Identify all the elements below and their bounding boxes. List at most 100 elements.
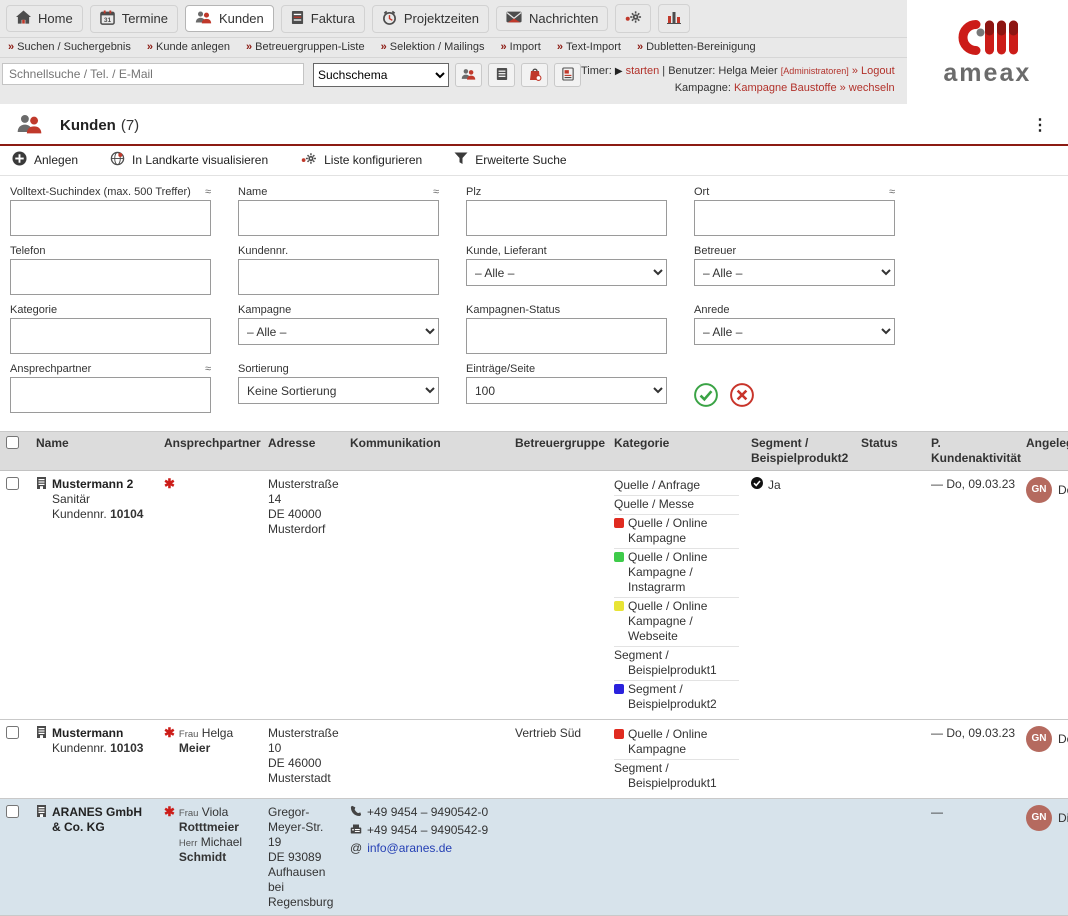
nav-nachrichten[interactable]: Nachrichten [496,6,608,31]
at-icon: @ [350,841,362,856]
nav-statistics[interactable] [658,4,690,33]
quick-document-button[interactable] [488,63,515,87]
user-name: Helga Meier [718,65,777,77]
email-link[interactable]: info@aranes.de [367,841,452,856]
volltext-input[interactable] [10,200,211,236]
user-avatar: GN [1026,726,1052,752]
betreuergruppe-cell [509,799,608,916]
kampagne-switch-link[interactable]: » wechseln [840,82,895,94]
field-kampagnen-status: Kampagnen-Status [466,304,667,354]
subnav-selektion[interactable]: »Selektion / Mailings [381,41,485,53]
nav-termine[interactable]: 31 Termine [90,5,178,33]
kategorie-cell: Quelle / Online Kampagne Segment / Beisp… [608,720,745,799]
subnav-dubletten[interactable]: »Dubletten-Bereinigung [637,41,756,53]
col-adresse: Adresse [262,432,344,471]
gear-dot-icon [624,10,642,27]
logo-panel: ameax [907,0,1068,104]
results-area: Name Ansprechpartner Adresse Kommunikati… [0,425,1068,916]
field-kategorie: Kategorie [10,304,211,354]
subnav-import[interactable]: »Import [501,41,541,53]
sortierung-select[interactable]: Keine Sortierung [238,377,439,404]
nav-faktura[interactable]: Faktura [281,5,365,33]
approx-icon: ≈ [205,186,211,198]
company-name[interactable]: Mustermann [52,726,143,741]
category-color-swatch [614,518,624,528]
category-item: Segment / Beispielprodukt1 [614,647,739,681]
ansprechpartner-input[interactable] [10,377,211,413]
betreuer-select[interactable]: – Alle – [694,259,895,286]
quick-customers-button[interactable] [455,63,482,87]
kommunikation-cell [344,720,509,799]
company-icon [36,477,47,522]
configure-list-button[interactable]: Liste konfigurieren [300,152,422,168]
table-row[interactable]: Mustermann 2 Sanitär Kundennr. 10104 ✱ M… [0,471,1068,720]
gear-dot-icon [300,152,317,168]
search-schema-select[interactable]: Suchschema [313,63,449,87]
subnav-betreuergruppen[interactable]: »Betreuergruppen-Liste [246,41,365,53]
plus-circle-icon [12,151,27,169]
row-checkbox[interactable] [6,805,19,818]
kategorie-input[interactable] [10,318,211,354]
nav-kunden[interactable]: Kunden [185,5,274,32]
timer-start-link[interactable]: starten [626,65,660,77]
ameax-logo-icon [954,19,1020,60]
company-name[interactable]: ARANES GmbH & Co. KG [52,805,152,835]
name-input[interactable] [238,200,439,236]
row-checkbox[interactable] [6,477,19,490]
telefon-input[interactable] [10,259,211,295]
nav-home[interactable]: Home [6,5,83,32]
field-ansprechpartner: Ansprechpartner≈ [10,363,211,413]
reset-button[interactable] [730,383,754,407]
filter-actions [694,363,895,413]
invoice-icon [291,10,304,28]
subnav-kunde-anlegen[interactable]: »Kunde anlegen [147,41,230,53]
field-name: Name≈ [238,186,439,236]
page-title: Kunden [60,117,116,134]
status-cell [855,799,925,916]
approx-icon: ≈ [205,363,211,375]
anrede-select[interactable]: – Alle – [694,318,895,345]
top-header: Home 31 Termine Kunden Faktura Projektze… [0,0,1068,104]
address-cell: Gregor-Meyer-Str. 19 DE 93089 Aufhausen … [262,799,344,916]
row-checkbox[interactable] [6,726,19,739]
logout-link[interactable]: » Logout [852,65,895,77]
kunde-lieferant-select[interactable]: – Alle – [466,259,667,286]
category-item: Quelle / Online Kampagne / Webseite [614,598,739,647]
subnav-suchen[interactable]: »Suchen / Suchergebnis [8,41,131,53]
quick-sales-button[interactable] [521,63,548,87]
ort-input[interactable] [694,200,895,236]
table-row[interactable]: Mustermann Kundennr. 10103 ✱ Frau Helga … [0,720,1068,799]
customers-icon [16,113,43,137]
nav-admin-settings[interactable] [615,4,651,33]
company-name[interactable]: Mustermann 2 [52,477,143,492]
header-left: Home 31 Termine Kunden Faktura Projektze… [0,0,907,104]
create-button[interactable]: Anlegen [12,151,78,169]
select-all-checkbox[interactable] [6,436,19,449]
kundennr-input[interactable] [238,259,439,295]
eintraege-select[interactable]: 100 [466,377,667,404]
nav-projektzeiten[interactable]: Projektzeiten [372,5,489,33]
customers-table: Name Ansprechpartner Adresse Kommunikati… [0,431,1068,916]
kampagne-label: Kampagne: [675,82,731,94]
contact-cell: ✱ Frau Helga Meier [164,726,256,756]
bullet: » [246,41,252,53]
subnav-text-import[interactable]: »Text-Import [557,41,621,53]
category-color-swatch [614,729,624,739]
category-item: Segment / Beispielprodukt2 [614,681,739,714]
envelope-icon [506,11,522,26]
kebab-menu-icon[interactable]: ⋮ [1026,115,1054,135]
search-submit-button[interactable] [694,383,718,407]
quick-search-input[interactable] [2,63,304,85]
plz-input[interactable] [466,200,667,236]
company-icon [36,805,47,835]
advanced-search-button[interactable]: Erweiterte Suche [454,152,566,168]
quick-report-button[interactable] [554,63,581,87]
kampagne-select[interactable]: – Alle – [238,318,439,345]
user-avatar: GN [1026,805,1052,831]
kampagnen-status-input[interactable] [466,318,667,354]
nav-kunden-label: Kunden [219,11,264,26]
table-row[interactable]: ARANES GmbH & Co. KG ✱ Frau Viola Rotttm… [0,799,1068,916]
fax-icon [350,823,362,839]
map-visualize-button[interactable]: In Landkarte visualisieren [110,151,268,169]
contact-cell: ✱ Frau Viola Rotttmeier Herr Michael Sch… [164,805,256,865]
